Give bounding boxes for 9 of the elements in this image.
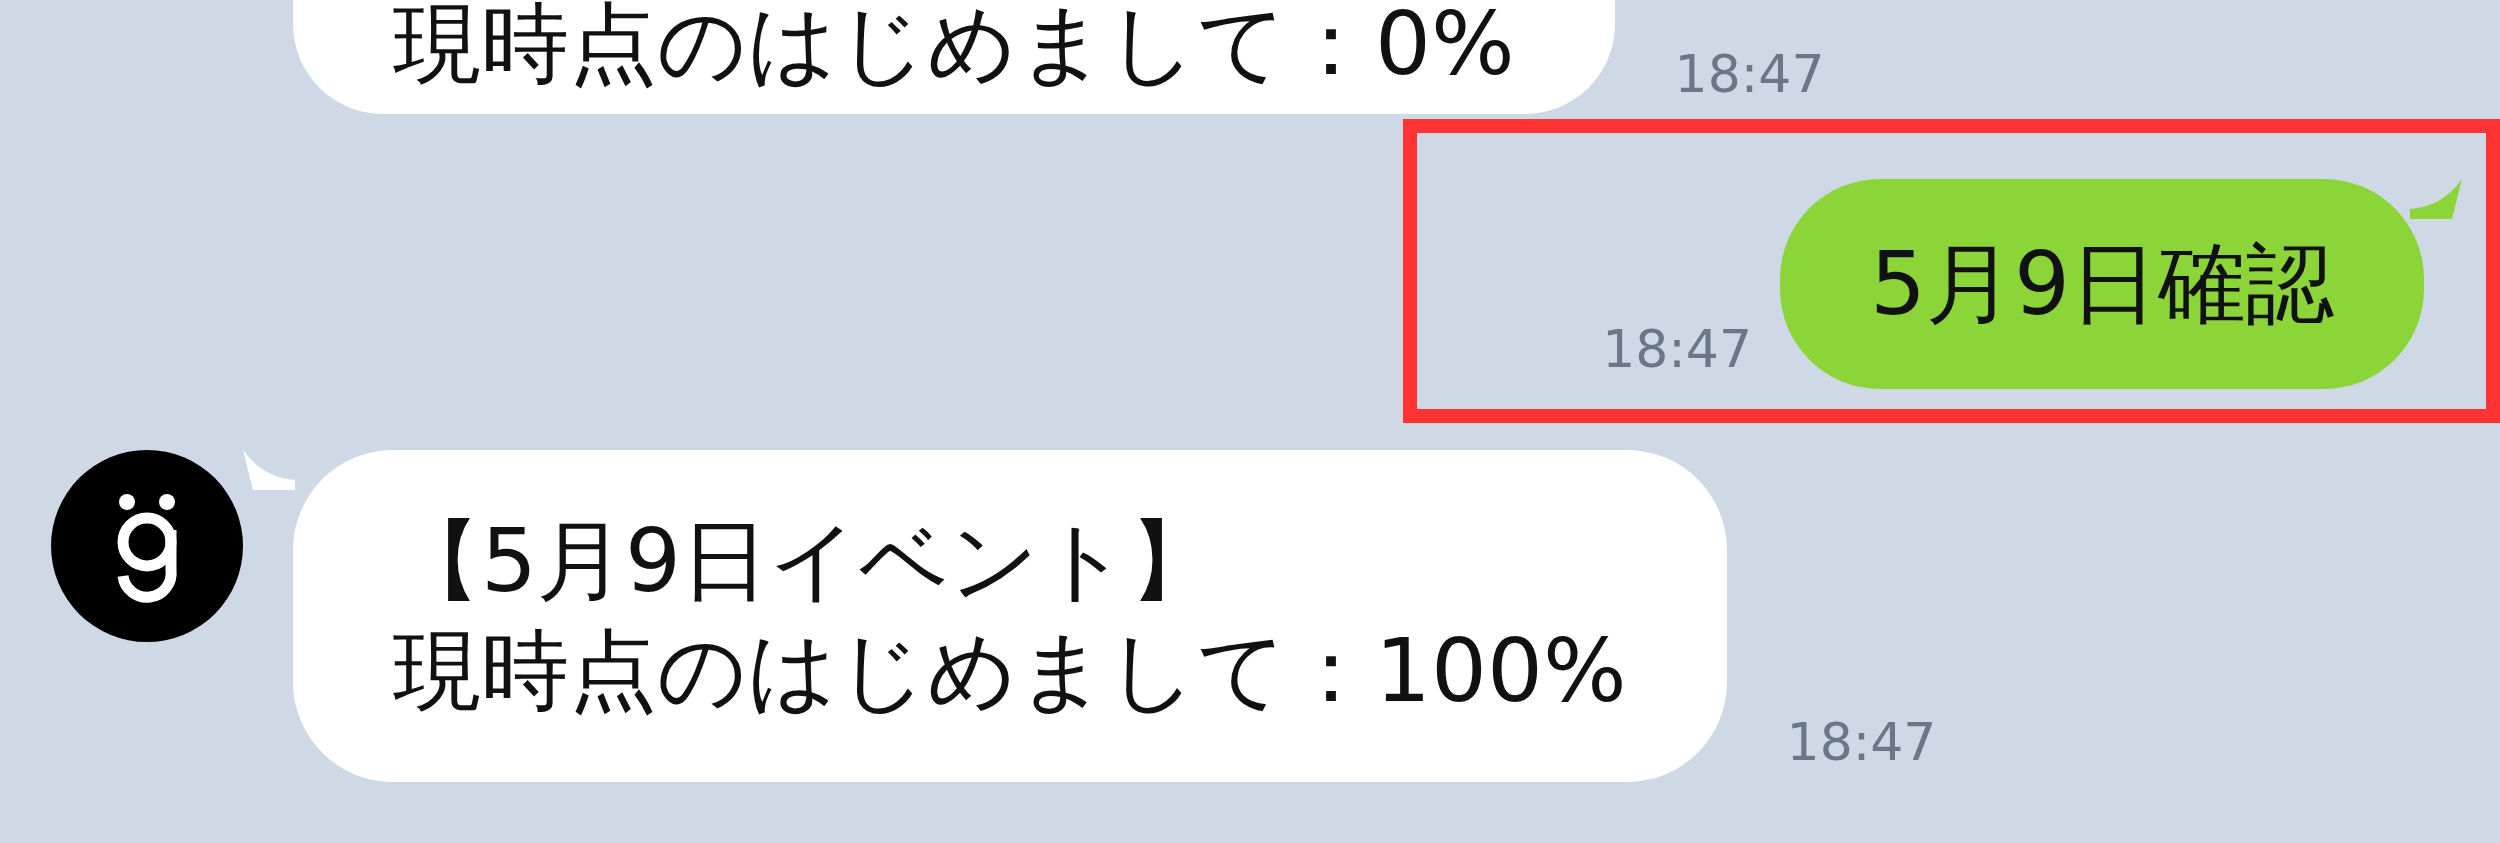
avatar-icon[interactable] [51, 450, 243, 642]
message-time: 18:47 [1786, 712, 1937, 772]
bubble-tail [2410, 179, 2462, 219]
message-text: 5月9日確認 [1870, 232, 2334, 335]
bubble-tail [243, 450, 295, 490]
message-text: 現時点のはじめまして：0% [393, 0, 1515, 95]
message-text: 【5月9日イベント】 現時点のはじめまして：100% [393, 509, 1627, 722]
message-time: 18:47 [1602, 319, 1752, 379]
message-time: 18:47 [1674, 44, 1825, 104]
